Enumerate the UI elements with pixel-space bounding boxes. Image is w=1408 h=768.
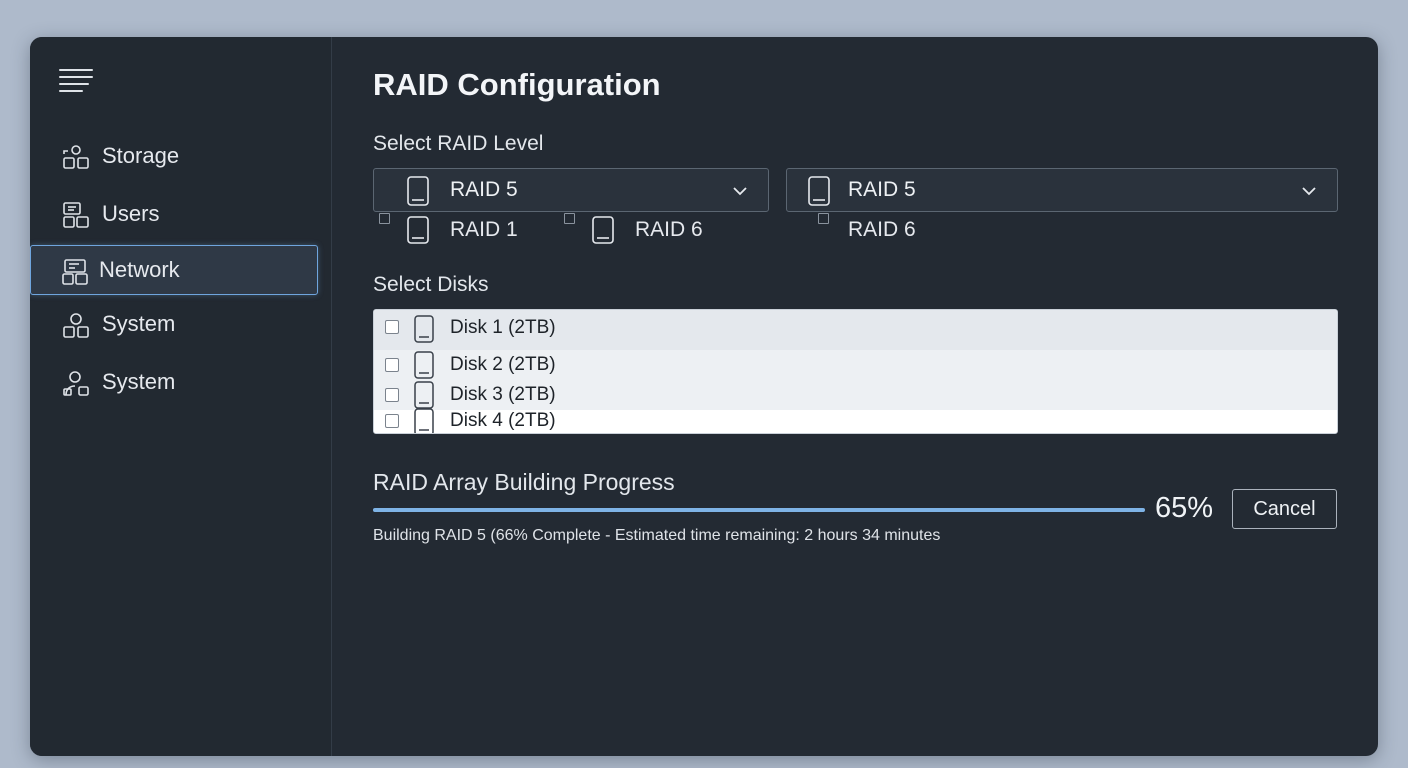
raid-option-raid-1[interactable]: RAID 1	[379, 213, 529, 245]
raid-option-label: RAID 1	[450, 218, 518, 241]
disk-list: Disk 1 (2TB) Disk 2 (2TB) Disk 3 (2TB) D…	[373, 309, 1338, 434]
disk-label: Disk 4 (2TB)	[450, 410, 556, 431]
network-icon	[62, 259, 88, 285]
cancel-button[interactable]: Cancel	[1232, 489, 1337, 529]
raid-level-value: RAID 5	[450, 178, 518, 201]
disk-checkbox[interactable]	[385, 388, 399, 402]
system-icon	[63, 313, 89, 338]
sidebar-item-system-user[interactable]: System	[30, 357, 318, 407]
sidebar-item-system[interactable]: System	[30, 299, 318, 349]
sidebar: Storage Users Network System System	[30, 37, 332, 756]
sidebar-item-storage[interactable]: Storage	[30, 131, 318, 181]
chevron-down-icon	[733, 187, 747, 196]
hamburger-menu-icon[interactable]	[58, 67, 94, 95]
disk-icon	[414, 351, 434, 379]
sidebar-item-network[interactable]: Network	[30, 245, 318, 295]
raid-level-select-primary[interactable]: RAID 5	[373, 168, 769, 212]
disk-row[interactable]: Disk 4 (2TB)	[374, 408, 1337, 433]
drive-icon	[808, 176, 830, 206]
sidebar-item-label: Network	[99, 257, 180, 282]
disk-row[interactable]: Disk 2 (2TB)	[374, 350, 1337, 380]
raid-option-checkbox[interactable]	[379, 213, 390, 224]
sidebar-item-users[interactable]: Users	[30, 189, 318, 239]
progress-status-text: Building RAID 5 (66% Complete - Estimate…	[373, 527, 941, 544]
disk-checkbox[interactable]	[385, 358, 399, 372]
disk-icon	[414, 381, 434, 409]
progress-percent: 65%	[1155, 492, 1214, 524]
progress-fill	[373, 508, 1145, 512]
page-title: RAID Configuration	[373, 67, 661, 102]
storage-icon	[63, 145, 89, 169]
disk-label: Disk 1 (2TB)	[450, 317, 556, 338]
raid-option-checkbox[interactable]	[564, 213, 575, 224]
disk-icon	[414, 315, 434, 343]
sidebar-item-label: Users	[102, 201, 160, 226]
disk-icon	[414, 408, 434, 433]
select-disks-label: Select Disks	[373, 273, 489, 296]
disk-label: Disk 3 (2TB)	[450, 384, 556, 405]
raid-option-raid-6-secondary[interactable]: RAID 6	[818, 213, 968, 245]
disk-row[interactable]: Disk 3 (2TB)	[374, 380, 1337, 410]
raid-option-label: RAID 6	[635, 218, 703, 241]
disk-row[interactable]: Disk 1 (2TB)	[374, 310, 1337, 350]
raid-option-checkbox[interactable]	[818, 213, 829, 224]
users-icon	[63, 202, 89, 228]
progress-label: RAID Array Building Progress	[373, 469, 675, 495]
sidebar-item-label: Storage	[102, 143, 180, 168]
progress-bar	[373, 508, 1145, 512]
sidebar-item-label: System	[102, 311, 176, 336]
disk-checkbox[interactable]	[385, 320, 399, 334]
raid-option-label: RAID 6	[848, 218, 916, 241]
drive-icon	[407, 216, 429, 244]
drive-icon	[407, 176, 429, 206]
main-panel: RAID Configuration Select RAID Level RAI…	[332, 37, 1378, 756]
drive-icon	[592, 216, 614, 244]
system-user-icon	[63, 371, 89, 396]
app-window: Storage Users Network System System RAID…	[30, 37, 1378, 756]
raid-level-select-secondary[interactable]: RAID 5	[786, 168, 1338, 212]
raid-level-value: RAID 5	[848, 178, 916, 201]
disk-label: Disk 2 (2TB)	[450, 354, 556, 375]
disk-checkbox[interactable]	[385, 414, 399, 428]
raid-level-label: Select RAID Level	[373, 132, 544, 155]
sidebar-item-label: System	[102, 369, 176, 394]
chevron-down-icon	[1302, 187, 1316, 196]
raid-option-raid-6[interactable]: RAID 6	[564, 213, 714, 245]
